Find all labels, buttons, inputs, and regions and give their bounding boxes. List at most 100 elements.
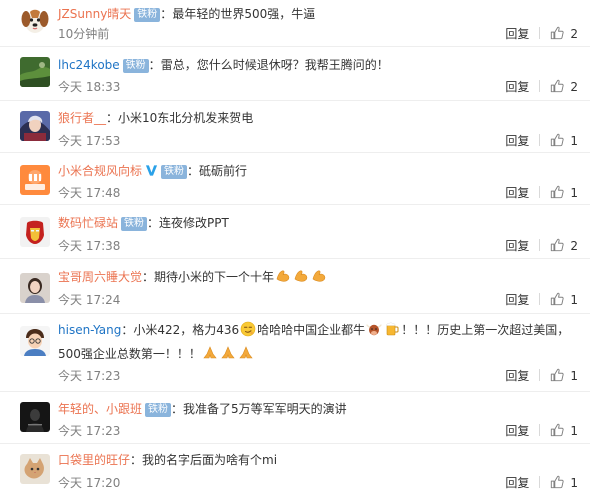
like-count: 1 bbox=[570, 186, 578, 200]
thumbs-up-icon bbox=[550, 26, 564, 40]
comment-meta: 今天 17:23 回复 1 bbox=[58, 367, 578, 385]
comment-text: 小米422，格力436 bbox=[133, 323, 240, 337]
reply-button[interactable]: 回复 bbox=[505, 237, 529, 255]
dark-photo-avatar[interactable] bbox=[20, 402, 50, 432]
colon-separator: ： bbox=[130, 453, 143, 467]
comment-time: 今天 18:33 bbox=[58, 80, 121, 94]
divider bbox=[539, 134, 541, 146]
like-count: 1 bbox=[570, 134, 578, 148]
like-count: 2 bbox=[570, 80, 578, 94]
thumbs-up-icon bbox=[550, 368, 564, 382]
reply-button[interactable]: 回复 bbox=[505, 132, 529, 150]
comment-meta: 今天 17:24 回复 1 bbox=[58, 291, 578, 309]
orange-logo-avatar[interactable] bbox=[20, 165, 50, 195]
username-link[interactable]: 宝哥周六睡大觉 bbox=[58, 270, 142, 284]
girl-photo-avatar[interactable] bbox=[20, 273, 50, 303]
comment-item: 口袋里的旺仔：我的名字后面为啥有个mi 今天 17:20 回复 1 bbox=[0, 444, 590, 496]
username-link[interactable]: 数码忙碌站 bbox=[58, 216, 118, 230]
beagle-dog-avatar[interactable] bbox=[20, 6, 50, 36]
reply-button[interactable]: 回复 bbox=[505, 291, 529, 309]
fan-badge[interactable]: 铁粉 bbox=[134, 8, 161, 22]
comment-text-line: 口袋里的旺仔：我的名字后面为啥有个mi bbox=[58, 450, 580, 470]
green-field-avatar[interactable] bbox=[20, 57, 50, 87]
like-button[interactable]: 2 bbox=[550, 25, 578, 43]
reply-button[interactable]: 回复 bbox=[505, 25, 529, 43]
comment-text: 小米10东北分机发来贺电 bbox=[118, 111, 254, 125]
reply-button[interactable]: 回复 bbox=[505, 184, 529, 202]
comment-time: 今天 17:23 bbox=[58, 369, 121, 383]
comment-text: 砥砺前行 bbox=[199, 164, 248, 178]
thumbs-up-icon bbox=[550, 238, 564, 252]
username-link[interactable]: hisen-Yang bbox=[58, 323, 121, 337]
comment-text: 雷总，您什么时候退休呀？我帮王腾问的！ bbox=[160, 58, 389, 72]
comment-time: 今天 17:20 bbox=[58, 476, 121, 490]
comment-body: hisen-Yang：小米422，格力436 哈哈哈中国企业都牛 ！！！历史上第一次… bbox=[58, 318, 580, 366]
iron-man-avatar[interactable] bbox=[20, 217, 50, 247]
username-link[interactable]: 口袋里的旺仔 bbox=[58, 453, 130, 467]
like-count: 2 bbox=[570, 239, 578, 253]
like-button[interactable]: 2 bbox=[550, 237, 578, 255]
comment-actions: 回复 2 bbox=[505, 25, 578, 43]
comment-item: 小米合规风向标 铁粉 ：砥砺前行 今天 17:48 回复 1 bbox=[0, 153, 590, 205]
like-button[interactable]: 1 bbox=[550, 132, 578, 150]
username-link[interactable]: 年轻的、小跟班 bbox=[58, 402, 142, 416]
comment-text: 我的名字后面为啥有个mi bbox=[142, 453, 278, 467]
comment-body: lhc24kobe 铁粉 ：雷总，您什么时候退休呀？我帮王腾问的！ bbox=[58, 55, 580, 75]
colon-separator: ： bbox=[142, 270, 155, 284]
comment-meta: 10分钟前 回复 2 bbox=[58, 25, 578, 43]
comment-item: lhc24kobe 铁粉 ：雷总，您什么时候退休呀？我帮王腾问的！ 今天 18:33… bbox=[0, 47, 590, 101]
divider bbox=[539, 424, 541, 436]
fan-badge[interactable]: 铁粉 bbox=[121, 217, 148, 231]
reply-button[interactable]: 回复 bbox=[505, 78, 529, 96]
thumbs-up-icon bbox=[550, 423, 564, 437]
like-button[interactable]: 1 bbox=[550, 422, 578, 440]
comment-actions: 回复 1 bbox=[505, 422, 578, 440]
comment-meta: 今天 17:48 回复 1 bbox=[58, 184, 578, 202]
fan-badge[interactable]: 铁粉 bbox=[161, 165, 188, 179]
flexed-biceps-icon bbox=[293, 268, 309, 284]
comment-meta: 今天 17:23 回复 1 bbox=[58, 422, 578, 440]
colon-separator: ： bbox=[160, 7, 173, 21]
cat-photo-avatar[interactable] bbox=[20, 454, 50, 484]
thumbs-up-icon bbox=[550, 475, 564, 489]
comment-time: 今天 17:53 bbox=[58, 134, 121, 148]
comment-item: 数码忙碌站 铁粉 ：连夜修改PPT 今天 17:38 回复 2 bbox=[0, 205, 590, 259]
comment-text-line: 年轻的、小跟班 铁粉 ：我准备了5万等军军明天的演讲 bbox=[58, 399, 580, 419]
divider bbox=[539, 80, 541, 92]
like-button[interactable]: 1 bbox=[550, 474, 578, 492]
divider bbox=[539, 369, 541, 381]
username-link[interactable]: lhc24kobe bbox=[58, 58, 120, 72]
flexed-biceps-icon bbox=[311, 268, 327, 284]
like-button[interactable]: 1 bbox=[550, 184, 578, 202]
reply-button[interactable]: 回复 bbox=[505, 422, 529, 440]
like-button[interactable]: 2 bbox=[550, 78, 578, 96]
comment-item: 年轻的、小跟班 铁粉 ：我准备了5万等军军明天的演讲 今天 17:23 回复 1 bbox=[0, 392, 590, 444]
colon-separator: ： bbox=[121, 323, 134, 337]
reply-button[interactable]: 回复 bbox=[505, 367, 529, 385]
like-count: 1 bbox=[570, 293, 578, 307]
reply-button[interactable]: 回复 bbox=[505, 474, 529, 492]
like-button[interactable]: 1 bbox=[550, 367, 578, 385]
colon-separator: ： bbox=[106, 111, 119, 125]
comment-time: 今天 17:38 bbox=[58, 239, 121, 253]
username-link[interactable]: JZSunny晴天 bbox=[58, 7, 131, 21]
like-button[interactable]: 1 bbox=[550, 291, 578, 309]
cartoon-boy-avatar[interactable] bbox=[20, 326, 50, 356]
colon-separator: ： bbox=[171, 402, 184, 416]
fan-badge[interactable]: 铁粉 bbox=[122, 59, 149, 73]
comment-item: 宝哥周六睡大觉：期待小米的下一个十年 今天 17:24 回复 1 bbox=[0, 259, 590, 314]
comment-actions: 回复 1 bbox=[505, 474, 578, 492]
fan-badge[interactable]: 铁粉 bbox=[145, 403, 172, 417]
thumbs-up-icon bbox=[550, 185, 564, 199]
comment-meta: 今天 18:33 回复 2 bbox=[58, 78, 578, 96]
thumbs-up-icon bbox=[550, 133, 564, 147]
comment-item: 狼行者__：小米10东北分机发来贺电 今天 17:53 回复 1 bbox=[0, 101, 590, 153]
anime-character-avatar[interactable] bbox=[20, 111, 50, 141]
comment-body: 小米合规风向标 铁粉 ：砥砺前行 bbox=[58, 161, 580, 181]
comment-text: 我准备了5万等军军明天的演讲 bbox=[183, 402, 347, 416]
username-link[interactable]: 小米合规风向标 bbox=[58, 164, 142, 178]
verified-v-icon[interactable] bbox=[145, 164, 158, 177]
comment-text: 哈哈哈中国企业都牛 bbox=[257, 323, 366, 337]
comment-text-line: JZSunny晴天 铁粉 ：最年轻的世界500强，牛逼 bbox=[58, 4, 580, 24]
username-link[interactable]: 狼行者__ bbox=[58, 111, 106, 125]
